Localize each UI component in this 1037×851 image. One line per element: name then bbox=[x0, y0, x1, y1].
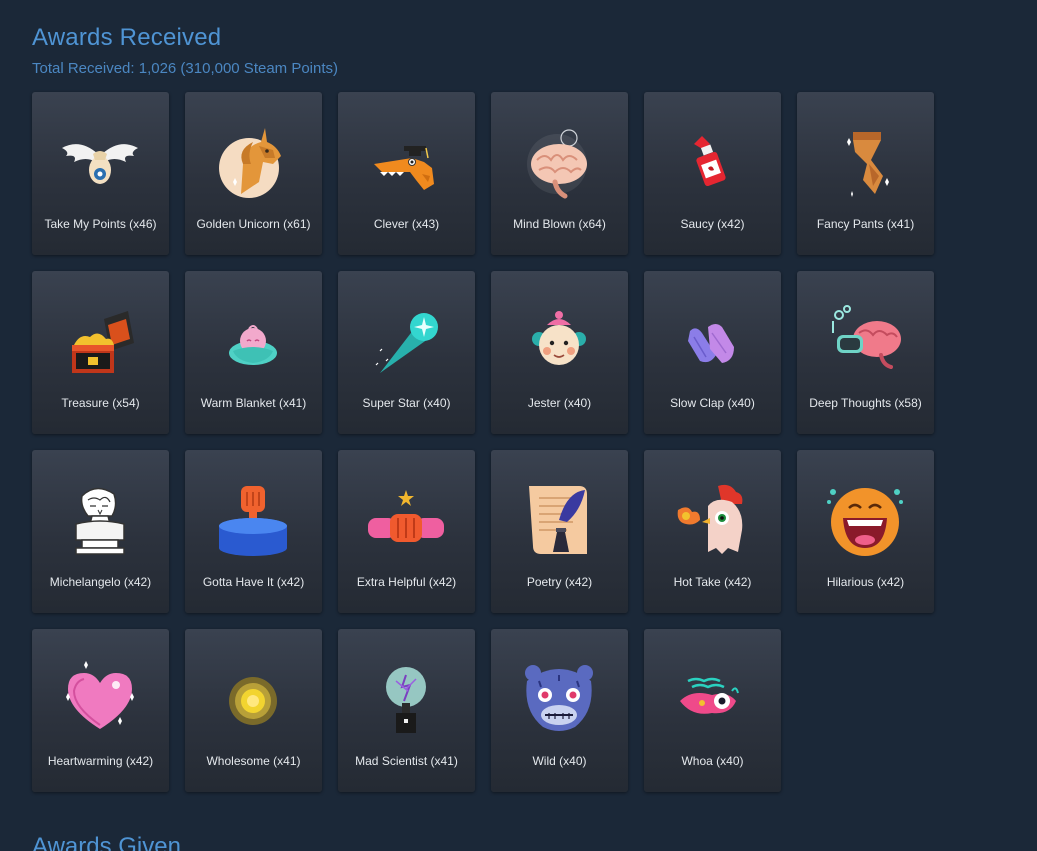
award-label: Warm Blanket (x41) bbox=[200, 396, 307, 410]
award-card-whoa[interactable]: Whoa (x40) bbox=[644, 629, 781, 792]
award-label: Mind Blown (x64) bbox=[513, 217, 606, 231]
award-label: Treasure (x54) bbox=[61, 396, 140, 410]
award-card-slow-clap[interactable]: Slow Clap (x40) bbox=[644, 271, 781, 434]
heartwarming-icon bbox=[66, 661, 134, 729]
clever-icon bbox=[374, 146, 434, 190]
poetry-icon bbox=[529, 486, 587, 554]
award-label: Heartwarming (x42) bbox=[47, 754, 154, 768]
super-star-icon bbox=[375, 313, 438, 373]
awards-given-title: Awards Given bbox=[32, 833, 181, 851]
award-label: Wild (x40) bbox=[532, 754, 587, 768]
award-card-warm-blanket[interactable]: Warm Blanket (x41) bbox=[185, 271, 322, 434]
total-received-text: Total Received: 1,026 (310,000 Steam Poi… bbox=[32, 60, 339, 77]
award-card-super-star[interactable]: Super Star (x40) bbox=[338, 271, 475, 434]
award-card-poetry[interactable]: Poetry (x42) bbox=[491, 450, 628, 613]
award-card-saucy[interactable]: Saucy (x42) bbox=[644, 92, 781, 255]
award-card-deep-thoughts[interactable]: Deep Thoughts (x58) bbox=[797, 271, 934, 434]
extra-helpful-icon bbox=[368, 490, 444, 542]
award-label: Fancy Pants (x41) bbox=[816, 217, 915, 231]
award-card-treasure[interactable]: Treasure (x54) bbox=[32, 271, 169, 434]
award-label: Hot Take (x42) bbox=[673, 575, 752, 589]
award-label: Gotta Have It (x42) bbox=[202, 575, 305, 589]
award-card-fancy-pants[interactable]: Fancy Pants (x41) bbox=[797, 92, 934, 255]
wild-icon bbox=[525, 665, 593, 731]
saucy-icon bbox=[694, 136, 726, 187]
slow-clap-icon bbox=[688, 324, 734, 363]
whoa-icon bbox=[680, 677, 739, 714]
award-card-wild[interactable]: Wild (x40) bbox=[491, 629, 628, 792]
awards-page: Awards Received Total Received: 1,026 (3… bbox=[0, 0, 1037, 851]
deep-thoughts-icon bbox=[832, 305, 901, 369]
award-label: Whoa (x40) bbox=[681, 754, 744, 768]
award-label: Golden Unicorn (x61) bbox=[196, 217, 311, 231]
gotta-have-it-icon bbox=[219, 486, 287, 556]
award-label: Michelangelo (x42) bbox=[49, 575, 152, 589]
award-card-mind-blown[interactable]: Mind Blown (x64) bbox=[491, 92, 628, 255]
award-label: Poetry (x42) bbox=[526, 575, 593, 589]
mind-blown-icon bbox=[527, 129, 587, 199]
award-card-golden-unicorn[interactable]: Golden Unicorn (x61) bbox=[185, 92, 322, 255]
award-card-jester[interactable]: Jester (x40) bbox=[491, 271, 628, 434]
warm-blanket-icon bbox=[229, 325, 277, 365]
award-card-clever[interactable]: Clever (x43) bbox=[338, 92, 475, 255]
award-label: Extra Helpful (x42) bbox=[356, 575, 457, 589]
jester-icon bbox=[532, 311, 586, 365]
award-card-gotta-have-it[interactable]: Gotta Have It (x42) bbox=[185, 450, 322, 613]
golden-unicorn-icon bbox=[219, 128, 281, 198]
award-card-hot-take[interactable]: Hot Take (x42) bbox=[644, 450, 781, 613]
award-card-hilarious[interactable]: Hilarious (x42) bbox=[797, 450, 934, 613]
award-label: Deep Thoughts (x58) bbox=[809, 396, 922, 410]
award-card-take-my-points[interactable]: Take My Points (x46) bbox=[32, 92, 169, 255]
fancy-pants-icon bbox=[847, 132, 889, 197]
award-card-mad-scientist[interactable]: Mad Scientist (x41) bbox=[338, 629, 475, 792]
award-label: Mad Scientist (x41) bbox=[355, 754, 458, 768]
hot-take-icon bbox=[677, 484, 743, 554]
award-label: Saucy (x42) bbox=[680, 217, 745, 231]
treasure-icon bbox=[72, 311, 134, 373]
michelangelo-icon bbox=[75, 487, 125, 555]
award-card-heartwarming[interactable]: Heartwarming (x42) bbox=[32, 629, 169, 792]
hilarious-icon bbox=[827, 488, 903, 556]
award-label: Clever (x43) bbox=[373, 217, 440, 231]
take-my-points-icon bbox=[62, 144, 138, 184]
award-label: Wholesome (x41) bbox=[206, 754, 301, 768]
award-card-extra-helpful[interactable]: Extra Helpful (x42) bbox=[338, 450, 475, 613]
award-label: Take My Points (x46) bbox=[44, 217, 157, 231]
award-label: Jester (x40) bbox=[527, 396, 592, 410]
awards-grid: Take My Points (x46) Golden Unicorn (x61… bbox=[32, 92, 934, 792]
mad-scientist-icon bbox=[386, 667, 426, 733]
award-label: Super Star (x40) bbox=[362, 396, 451, 410]
award-label: Hilarious (x42) bbox=[826, 575, 905, 589]
award-label: Slow Clap (x40) bbox=[670, 396, 755, 410]
wholesome-icon bbox=[229, 677, 277, 725]
awards-received-title: Awards Received bbox=[32, 24, 222, 51]
award-card-michelangelo[interactable]: Michelangelo (x42) bbox=[32, 450, 169, 613]
award-card-wholesome[interactable]: Wholesome (x41) bbox=[185, 629, 322, 792]
